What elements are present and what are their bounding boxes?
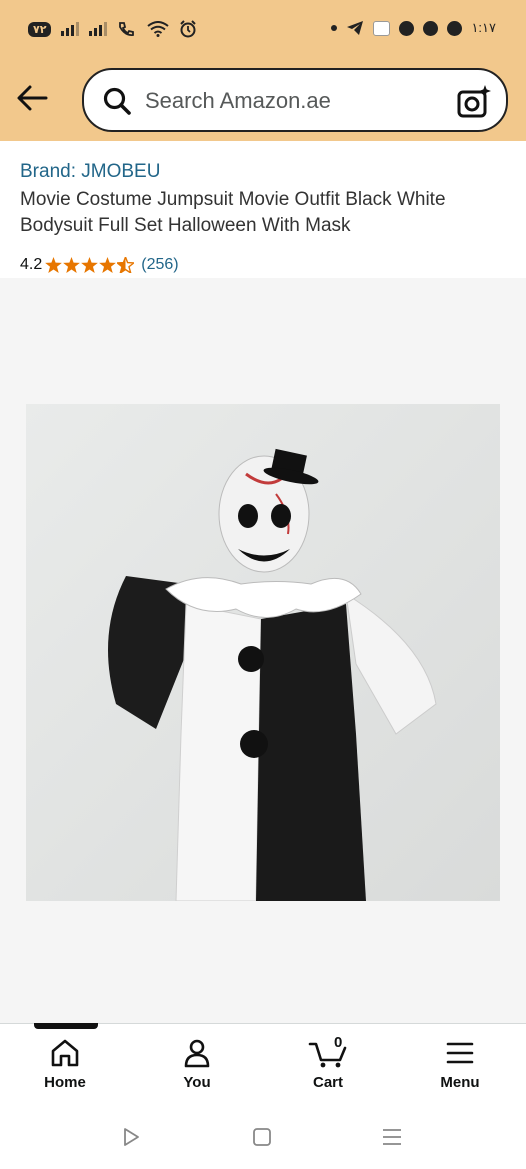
nav-cart[interactable]: 0 Cart [278, 1034, 378, 1098]
facebook-icon [399, 20, 415, 36]
alarm-icon [180, 20, 197, 38]
nav-menu-label: Menu [440, 1074, 480, 1091]
messenger-icon [447, 20, 463, 36]
search-bar[interactable]: Search Amazon.ae [82, 68, 508, 132]
nav-menu[interactable]: Menu [410, 1038, 510, 1098]
signal-icon [61, 22, 80, 36]
star-icon [99, 257, 117, 273]
wifi-icon [147, 21, 170, 37]
user-icon [184, 1039, 210, 1068]
system-nav-bar [0, 1101, 526, 1169]
product-image-gallery[interactable] [0, 278, 526, 1023]
app-notification-icon [373, 20, 391, 36]
home-square-icon[interactable] [252, 1127, 272, 1147]
product-title: Movie Costume Jumpsuit Movie Outfit Blac… [20, 189, 446, 236]
product-image[interactable] [26, 404, 500, 901]
review-count-link[interactable]: (256) [141, 256, 178, 274]
app-header: ٧٢ ١:١٧ Search Amazon.ae [0, 0, 526, 141]
signal-icon-2 [89, 22, 108, 36]
half-star-icon [117, 257, 135, 273]
costume-photo [26, 404, 500, 901]
rating-value: 4.2 [20, 256, 43, 273]
bottom-nav: Home You 0 Cart Menu [0, 1023, 526, 1101]
call-icon [119, 22, 135, 36]
nav-you[interactable]: You [147, 1038, 247, 1098]
notification-dot-icon [331, 25, 338, 31]
home-icon [51, 1039, 79, 1067]
star-icon [81, 257, 99, 273]
nav-home-label: Home [44, 1074, 86, 1091]
cart-count-badge: 0 [334, 1034, 343, 1051]
rating-row[interactable]: 4.2 (256) [20, 256, 179, 274]
search-icon [103, 87, 131, 115]
menu-icon [446, 1042, 474, 1064]
telegram-icon [347, 21, 364, 35]
camera-search-icon[interactable] [456, 84, 492, 120]
active-tab-indicator [34, 1023, 98, 1029]
status-bar: ٧٢ ١:١٧ [0, 0, 526, 60]
recents-menu-icon[interactable] [382, 1127, 402, 1147]
clock: ١:١٧ [471, 20, 496, 35]
nav-home[interactable]: Home [15, 1038, 115, 1098]
rating-stars [45, 257, 135, 273]
app-badge-icon [423, 20, 439, 36]
nav-cart-label: Cart [312, 1074, 343, 1091]
brand-link[interactable]: Brand: JMOBEU [20, 161, 160, 183]
star-icon [45, 257, 63, 273]
back-arrow-icon[interactable] [14, 80, 50, 116]
search-input[interactable]: Search Amazon.ae [145, 88, 331, 114]
nav-you-label: You [183, 1074, 211, 1091]
star-icon [63, 257, 81, 273]
back-triangle-icon[interactable] [121, 1127, 141, 1147]
battery-indicator: ٧٢ [28, 21, 52, 37]
